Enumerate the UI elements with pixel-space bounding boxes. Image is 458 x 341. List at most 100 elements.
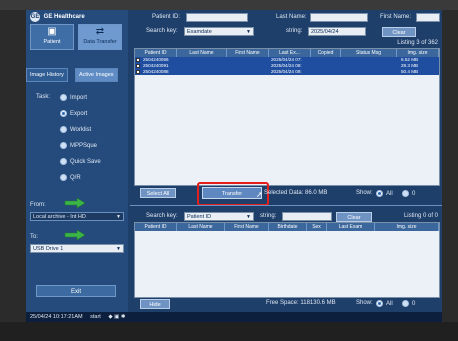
task-mppsque-radio[interactable]: MPPSque [60,142,97,149]
show-all-radio[interactable]: All [376,190,393,197]
patient-icon: ▣ [47,26,57,37]
col-patient-id[interactable]: Patient ID [135,223,177,231]
task-export-label: Export [70,111,88,118]
listing-count: Listing 3 of 362 [397,40,438,46]
radio-selected-icon [60,110,67,117]
patient-id-field[interactable] [186,13,248,22]
exit-button[interactable]: Exit [36,285,116,297]
task-worklist-radio[interactable]: Worklist [60,126,91,133]
bottom-clear-button[interactable]: Clear [336,212,372,222]
tab-patient[interactable]: ▣ Patient [30,24,74,50]
col-sex[interactable]: Sex [307,223,327,231]
brand-logo: GE GE Healthcare [30,12,85,22]
cell-patient-id: 2504240088 [143,69,169,74]
col-last-exam[interactable]: Last Exam [327,223,375,231]
bottom-search-key-value: Patient ID [187,214,212,220]
row-checkbox[interactable] [136,70,140,74]
col-status-msg[interactable]: Status Msg [341,49,397,57]
to-dropdown[interactable]: USB Drive 1 ▼ [30,244,124,253]
show-zero-label: 0 [412,191,416,198]
bottom-search-key-label: Search key: [146,213,178,219]
show-zero-radio[interactable]: 0 [402,190,415,197]
device-table: Patient ID Last Name First Name Birthdat… [134,222,440,298]
chevron-down-icon: ▼ [246,214,251,220]
tab-image-history-label: Image History [30,72,64,78]
first-name-field[interactable] [416,13,440,22]
bottom-show-zero-label: 0 [412,301,416,308]
bottom-search-key-dropdown[interactable]: Patient ID ▼ [184,212,254,221]
bottom-string-label: string: [260,213,277,219]
tab-image-history[interactable]: Image History [26,68,68,82]
col-last-name[interactable]: Last Name [177,49,227,57]
col-patient-id[interactable]: Patient ID [135,49,177,57]
col-birthdate[interactable]: Birthdate [269,223,307,231]
hide-button[interactable]: Hide [140,299,170,309]
to-value: USB Drive 1 [33,246,64,252]
task-worklist-label: Worklist [70,127,92,134]
first-name-label: First Name: [380,14,412,20]
monitor-bezel-top [0,0,458,10]
table-row[interactable]: 2504240088 2025/04/24 09: 50.4 MB [135,69,439,75]
col-last-name[interactable]: Last Name [177,223,225,231]
left-panel: GE GE Healthcare ▣ Patient ⇄ Data Transf… [26,10,128,312]
data-transfer-icon: ⇄ [95,26,105,37]
radio-icon [60,174,67,181]
start-button[interactable]: start [90,314,101,320]
task-export-radio[interactable]: Export [60,110,87,117]
panel-divider [130,205,442,206]
tab-active-images[interactable]: Active Images [75,68,118,82]
cell-img-size: 50.4 MB [401,69,419,74]
task-quick-save-radio[interactable]: Quick Save [60,158,101,165]
col-first-name[interactable]: First Name [227,49,269,57]
tab-data-transfer[interactable]: ⇄ Data Transfer [78,24,122,50]
bottom-listing-count: Listing 0 of 0 [403,213,438,219]
clear-button[interactable]: Clear [382,27,416,37]
last-name-label: Last Name: [276,14,307,20]
string-field[interactable]: 2025/04/24 [308,27,366,36]
col-copied[interactable]: Copied [311,49,341,57]
from-value: Local archive - Int HD [33,214,86,220]
tab-data-transfer-label: Data Transfer [83,39,117,45]
chevron-down-icon: ▼ [116,214,121,220]
search-key-dropdown[interactable]: Examdate ▼ [184,27,254,36]
radio-icon [60,126,67,133]
bottom-show-all-radio[interactable]: All [376,300,393,307]
show-label: Show: [356,190,373,196]
cell-last-exam: 2025/04/24 09: [271,69,302,74]
search-key-label: Search key: [146,28,178,34]
patient-table: Patient ID Last Name First Name Last Ex.… [134,48,440,186]
select-all-button[interactable]: Select All [140,188,176,198]
bottom-show-zero-radio[interactable]: 0 [402,300,415,307]
mouse-cursor-icon: ➚ [256,190,263,199]
task-qr-radio[interactable]: Q/R [60,174,81,181]
task-import-radio[interactable]: Import [60,94,87,101]
task-quick-save-label: Quick Save [70,159,101,166]
task-import-label: Import [70,95,88,102]
selected-data-label: Selected Data: 86.0 MB [264,190,328,196]
patient-id-label: Patient ID: [152,14,181,20]
radio-selected-icon [376,190,383,197]
chevron-down-icon: ▼ [246,29,251,35]
to-arrow-icon [64,230,86,240]
bottom-string-field[interactable] [282,212,332,221]
from-dropdown[interactable]: Local archive - Int HD ▼ [30,212,124,221]
col-last-exam[interactable]: Last Ex... [269,49,311,57]
to-label: To: [30,234,39,240]
screen: GE GE Healthcare ▣ Patient ⇄ Data Transf… [26,10,442,322]
chevron-down-icon: ▼ [116,246,121,252]
col-img-size[interactable]: Img. size [375,223,439,231]
col-first-name[interactable]: First Name [225,223,269,231]
from-arrow-icon [64,198,86,208]
radio-selected-icon [376,300,383,307]
status-bar: 25/04/24 10:17:21AM start ◆ ▣ ✱ [26,312,442,322]
search-key-value: Examdate [187,29,212,35]
row-checkbox[interactable] [136,58,140,62]
main-panel: Patient ID: Last Name: First Name: Searc… [130,10,442,312]
free-space-label: Free Space: 118130.6 MB [266,300,336,306]
last-name-field[interactable] [310,13,368,22]
patient-table-header: Patient ID Last Name First Name Last Ex.… [135,49,439,57]
radio-icon [402,190,409,197]
row-checkbox[interactable] [136,64,140,68]
ge-logo-icon: GE [30,12,40,22]
col-img-size[interactable]: Img. size [397,49,439,57]
